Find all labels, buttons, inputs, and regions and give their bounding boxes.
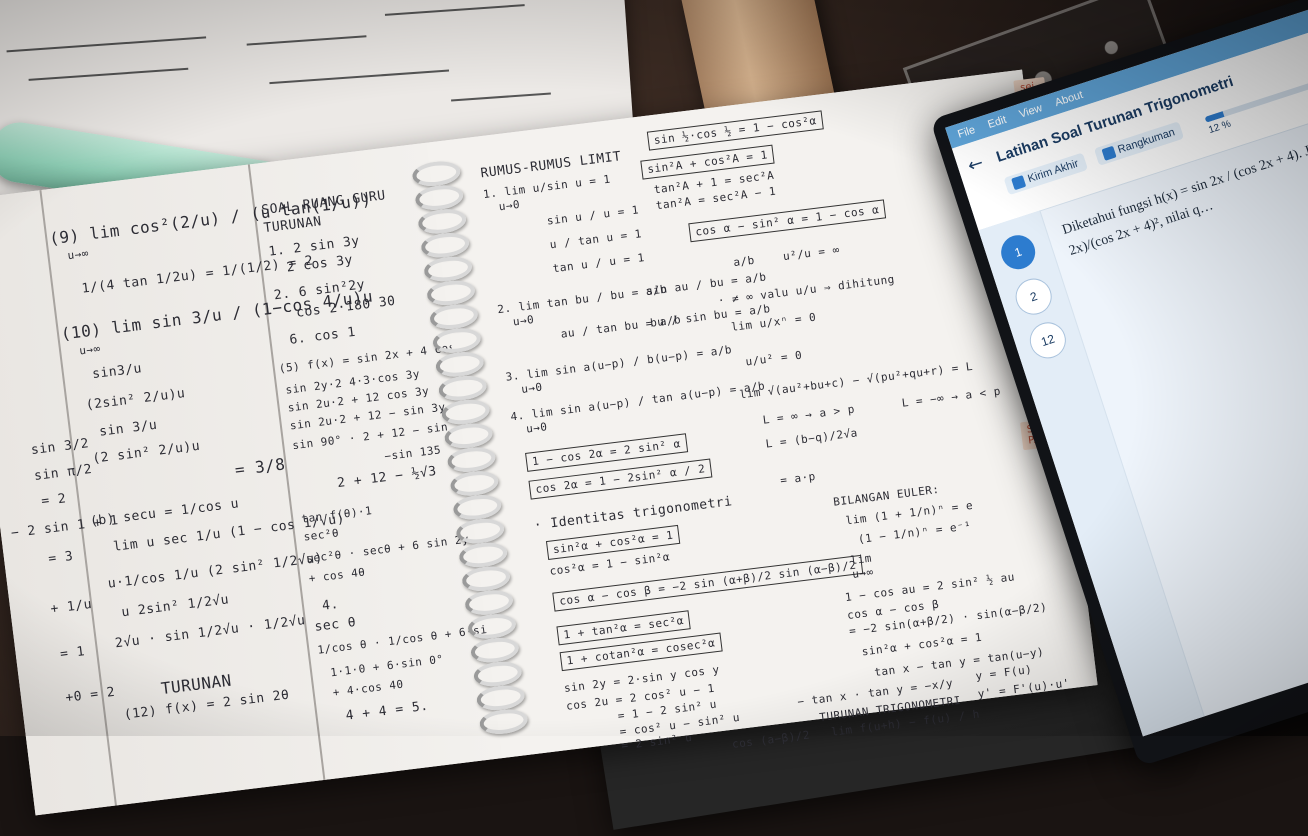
- problem-10-limit: u→∞: [78, 342, 102, 358]
- column2-item: −sin 135: [383, 443, 442, 464]
- problem-10-step: (2 sin² 2/u)u: [91, 438, 201, 467]
- infinity-note: u/u² = 0: [744, 348, 803, 369]
- problem-b-step: 2√u · sin 1/2√u · 1/2√u: [114, 613, 307, 652]
- edge-note: sin 3/2: [30, 436, 90, 459]
- edge-note: = 1: [59, 644, 86, 663]
- summary-button-label: Rangkuman: [1116, 126, 1177, 157]
- problem-9-limit: u→∞: [66, 246, 90, 263]
- edge-note: = 3: [47, 548, 75, 567]
- question-number-2[interactable]: 2: [1010, 273, 1057, 320]
- menu-file[interactable]: File: [956, 124, 977, 141]
- problem-b-step: u 2sin² 1/2√u: [120, 592, 230, 621]
- infinity-note: a/b: [732, 253, 756, 270]
- problem-b-step: u·1/cos 1/u (2 sin² 1/2√u): [107, 550, 324, 592]
- column2-item: + cos 4θ: [307, 565, 367, 586]
- euler-formula: lim: [849, 551, 873, 568]
- column2-item: 1·1·0 + 6·sin 0°: [329, 652, 445, 680]
- column2-item: 4.: [321, 596, 340, 614]
- limit-rule: 3. lim sin a(u−p) / b(u−p) = a/b: [504, 343, 733, 384]
- send-icon: [1011, 175, 1027, 191]
- limit-approach: u→0: [512, 312, 535, 329]
- limit-rule: u / tan u = 1: [549, 227, 643, 252]
- menu-edit[interactable]: Edit: [986, 114, 1008, 131]
- edge-note: = 2: [40, 491, 68, 510]
- problem-10-step: sin3/u: [91, 361, 143, 383]
- document-icon: [1101, 145, 1117, 161]
- limit-rule: 2. lim tan bu / bu = a/b: [496, 282, 668, 317]
- edge-note: − 2 sin 1 + 1: [10, 513, 120, 542]
- edge-note: sin π/2: [33, 461, 94, 484]
- trig-box: cos α − sin² α = 1 − cos α: [688, 199, 887, 243]
- problem-10-answer: = 3/8: [233, 454, 287, 480]
- column2-item: + 4·cos 40: [332, 677, 405, 700]
- column2-item: sec θ: [313, 614, 357, 635]
- finish-button-label: Kirim Akhir: [1026, 157, 1081, 186]
- infinity-note: = a·p: [779, 469, 817, 488]
- infinity-note: L = (b−q)/2√a: [764, 426, 859, 451]
- infinity-note: L = −∞ → a < p: [900, 384, 1002, 410]
- limit-approach: u→0: [498, 197, 521, 214]
- euler-formula: u→∞: [851, 565, 875, 581]
- edge-note: + 1/u: [49, 596, 93, 617]
- infinity-note: u²/u = ∞: [782, 243, 841, 264]
- problem-12: (12) f(x) = 2 sin 2θ: [123, 687, 291, 723]
- limit-rule: sin u / u = 1: [546, 203, 640, 228]
- column2-item: 4 + 4 = 5.: [344, 698, 430, 724]
- limit-approach: u→0: [520, 380, 544, 396]
- edge-note: +0 = 2: [64, 684, 117, 706]
- spiral-notebook: (9) lim cos²(2/u) / (u tan(1/u)) u→∞ 1/(…: [0, 69, 1098, 816]
- problem-10-step: sin 3/u: [98, 417, 159, 440]
- column2-item: 6. cos 1: [288, 324, 357, 348]
- problem-10-step: (2sin² 2/u)u: [85, 386, 187, 414]
- column2-item: sec²θ: [302, 526, 340, 544]
- column2-item: 2 + 12 − ½√3: [336, 464, 438, 492]
- back-arrow-icon[interactable]: ←: [965, 152, 986, 177]
- trig-box: sin ½·cos ½ = 1 − cos²α: [646, 110, 824, 151]
- misc-formula: y = F(u): [974, 662, 1033, 683]
- limit-approach: u→0: [525, 420, 549, 436]
- identitas-title: · Identitas trigonometri: [533, 494, 734, 534]
- limit-rule: tan u / u = 1: [552, 251, 646, 276]
- question-number-12[interactable]: 12: [1025, 317, 1071, 364]
- limit-rule: 4. lim sin a(u−p) / tan a(u−p) = a/b: [509, 379, 766, 424]
- menu-view[interactable]: View: [1018, 102, 1044, 121]
- turunan-heading: TURUNAN: [159, 670, 233, 699]
- question-number-1[interactable]: 1: [996, 230, 1040, 274]
- infinity-note: L = ∞ → a > p: [762, 402, 856, 427]
